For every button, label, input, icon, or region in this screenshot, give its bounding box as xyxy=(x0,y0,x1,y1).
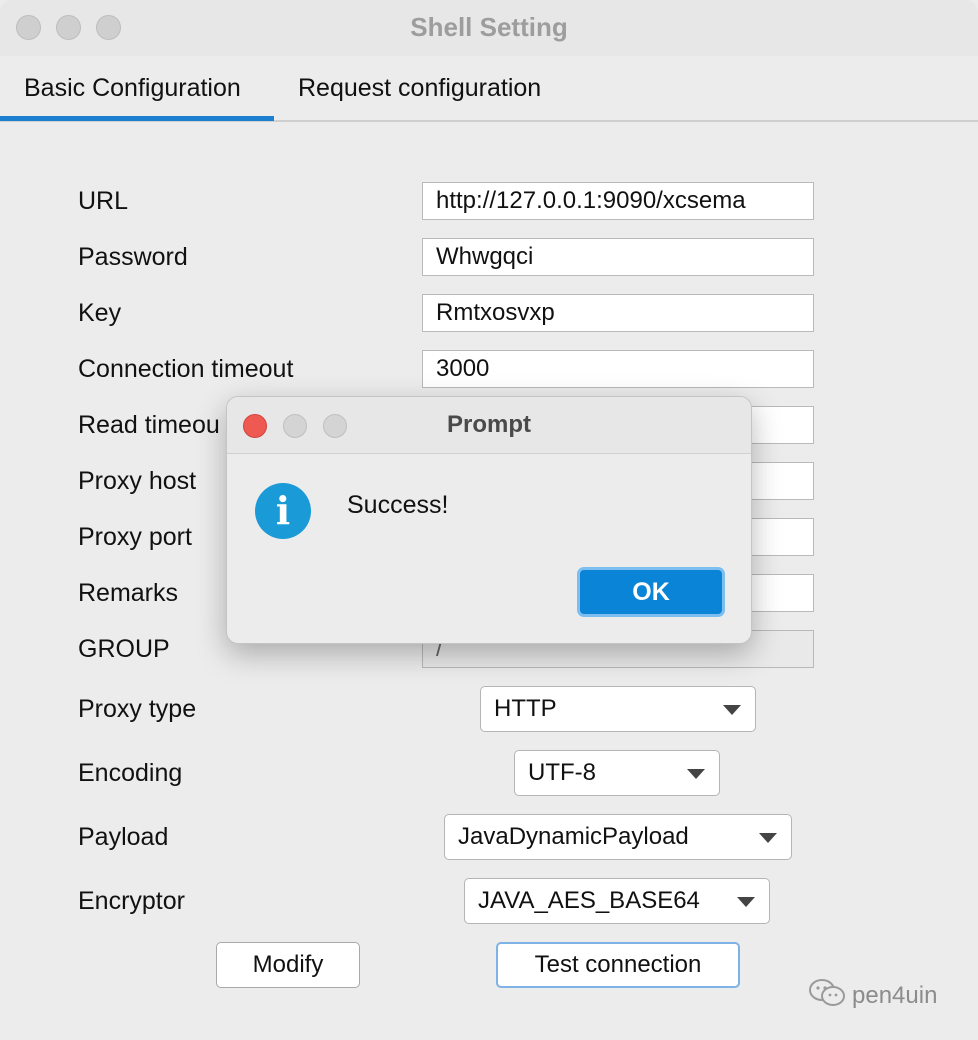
payload-select[interactable]: JavaDynamicPayload xyxy=(444,814,792,860)
dialog-message: Success! xyxy=(347,491,449,519)
payload-label: Payload xyxy=(78,823,169,851)
dialog-title: Prompt xyxy=(447,411,531,438)
modify-button[interactable]: Modify xyxy=(216,942,360,988)
window-title: Shell Setting xyxy=(410,12,568,42)
tab-basic-configuration[interactable]: Basic Configuration xyxy=(24,74,241,103)
connection-timeout-label: Connection timeout xyxy=(78,355,294,383)
password-label: Password xyxy=(78,243,188,271)
encoding-select[interactable]: UTF-8 xyxy=(514,750,720,796)
proxy-type-label: Proxy type xyxy=(78,695,197,723)
encryptor-label: Encryptor xyxy=(78,887,185,915)
encryptor-value: JAVA_AES_BASE64 xyxy=(478,887,700,914)
prompt-dialog: Prompt i Success! OK xyxy=(226,396,752,644)
encoding-label: Encoding xyxy=(78,759,183,787)
connection-timeout-field[interactable]: 3000 xyxy=(422,350,814,388)
key-field[interactable]: Rmtxosvxp xyxy=(422,294,814,332)
proxy-host-label: Proxy host xyxy=(78,467,197,495)
password-field[interactable]: Whwgqci xyxy=(422,238,814,276)
proxy-type-value: HTTP xyxy=(494,695,557,722)
chevron-down-icon xyxy=(737,897,755,907)
proxy-port-label: Proxy port xyxy=(78,523,192,551)
read-timeout-label: Read timeou xyxy=(78,411,220,439)
key-label: Key xyxy=(78,299,122,327)
chevron-down-icon xyxy=(759,833,777,843)
url-label: URL xyxy=(78,187,129,215)
dialog-titlebar[interactable]: Prompt xyxy=(227,397,751,454)
watermark-text: pen4uin xyxy=(852,981,938,1009)
window-titlebar[interactable]: Shell Setting xyxy=(0,0,978,56)
test-connection-button[interactable]: Test connection xyxy=(496,942,740,988)
payload-value: JavaDynamicPayload xyxy=(458,823,689,850)
encryptor-select[interactable]: JAVA_AES_BASE64 xyxy=(464,878,770,924)
ok-button[interactable]: OK xyxy=(577,567,725,617)
tab-bar: Basic Configuration Request configuratio… xyxy=(0,56,978,122)
group-label: GROUP xyxy=(78,635,170,663)
remarks-label: Remarks xyxy=(78,579,179,607)
tab-request-configuration[interactable]: Request configuration xyxy=(298,74,541,103)
watermark: pen4uin xyxy=(808,978,937,1015)
proxy-type-select[interactable]: HTTP xyxy=(480,686,756,732)
active-tab-indicator xyxy=(0,116,274,121)
wechat-icon xyxy=(808,978,846,1015)
chevron-down-icon xyxy=(723,705,741,715)
url-field[interactable]: http://127.0.0.1:9090/xcsema xyxy=(422,182,814,220)
encoding-value: UTF-8 xyxy=(528,759,596,786)
info-icon: i xyxy=(255,483,311,539)
chevron-down-icon xyxy=(687,769,705,779)
